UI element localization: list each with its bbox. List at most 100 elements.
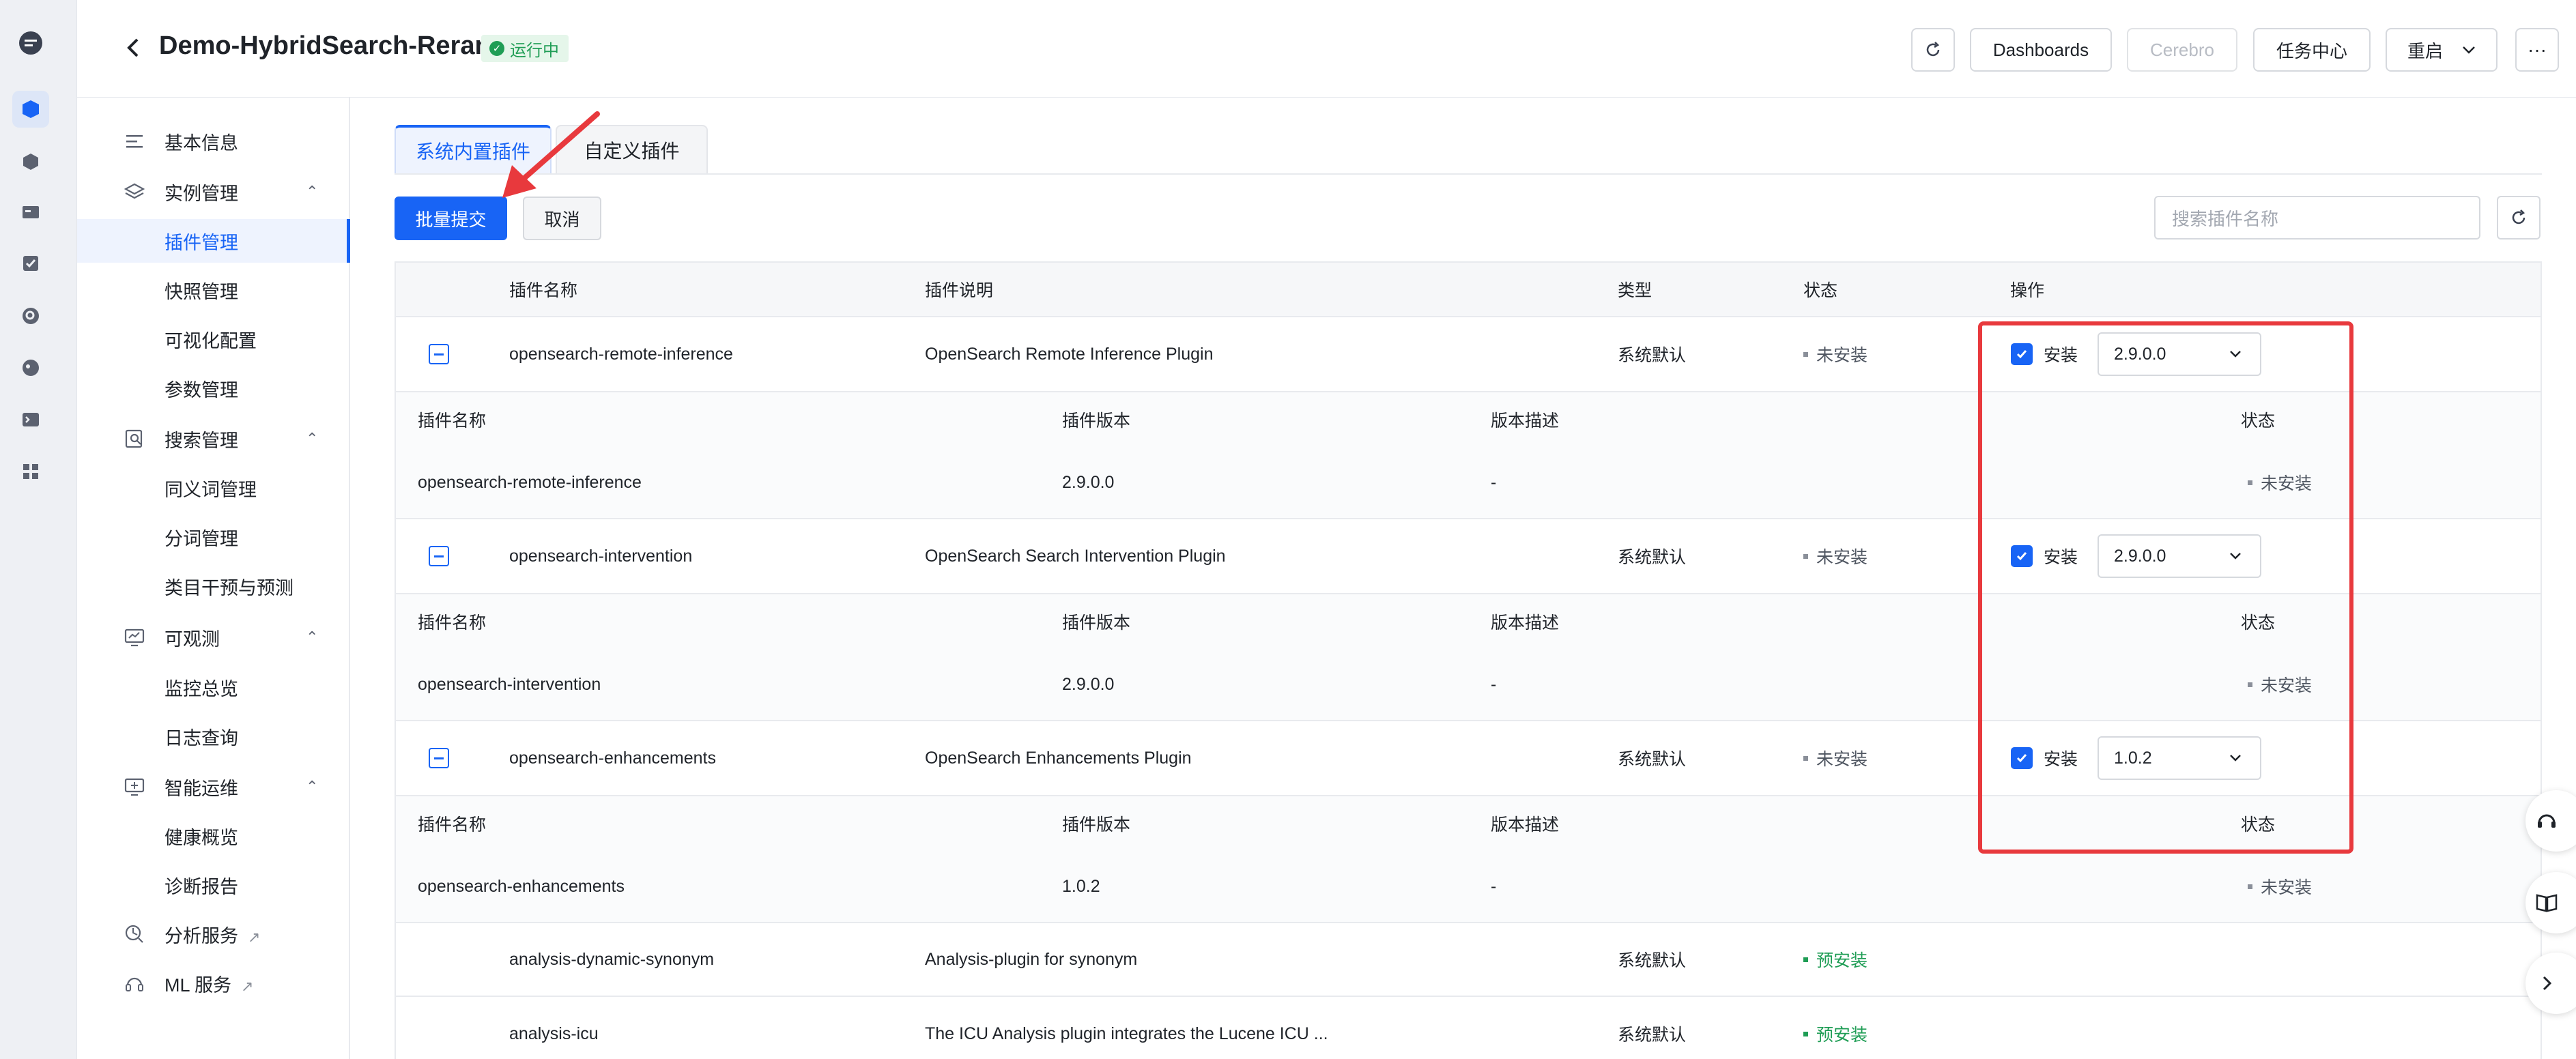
sidebar-item-param-mgmt[interactable]: 参数管理 xyxy=(77,366,350,410)
sidebar-group-instance-mgmt[interactable]: 实例管理 ⌃ xyxy=(77,170,350,214)
collapse-row-button[interactable] xyxy=(429,546,449,566)
col-header-status: 状态 xyxy=(1803,281,1838,300)
sidebar-item-monitor-overview[interactable]: 监控总览 xyxy=(77,665,350,709)
server-icon[interactable] xyxy=(15,197,46,228)
status-dot xyxy=(1803,1031,1808,1036)
sidebar-label: ML 服务 ↗ xyxy=(164,970,253,997)
layers-icon xyxy=(122,179,147,204)
headset-icon xyxy=(2538,814,2556,828)
sidebar-item-ml-service[interactable]: ML 服务 ↗ xyxy=(77,961,350,1005)
sidebar-group-smart-ops[interactable]: 智能运维 ⌃ xyxy=(77,765,350,809)
sub-col-version: 插件版本 xyxy=(1062,411,1131,431)
sidebar-item-category-intervention[interactable]: 类目干预与预测 xyxy=(77,564,350,608)
sidebar-item-visual-config[interactable]: 可视化配置 xyxy=(77,317,350,361)
more-icon: ··· xyxy=(2528,39,2547,60)
sub-version-desc: - xyxy=(1491,472,1497,492)
sub-plugin-version: 2.9.0.0 xyxy=(1062,472,1115,492)
plugin-desc: OpenSearch Remote Inference Plugin xyxy=(925,344,1214,364)
ml-service-text: ML 服务 xyxy=(164,974,232,996)
sidebar-label: 可观测 xyxy=(164,628,220,650)
restart-dropdown-button[interactable]: 重启 xyxy=(2386,28,2498,72)
sidebar-item-analytics-service[interactable]: 分析服务 ↗ xyxy=(77,912,350,956)
dashboards-button[interactable]: Dashboards xyxy=(1970,28,2112,72)
more-options-button[interactable]: ··· xyxy=(2515,28,2559,72)
status-badge: ✓ 运行中 xyxy=(481,35,569,62)
sidebar-group-observability[interactable]: 可观测 ⌃ xyxy=(77,615,350,659)
sidebar-item-diagnosis-report[interactable]: 诊断报告 xyxy=(77,863,350,907)
collapse-row-button[interactable] xyxy=(429,344,449,364)
search-input[interactable]: 搜索插件名称 xyxy=(2154,196,2480,240)
chevron-up-icon: ⌃ xyxy=(306,183,319,200)
plugin-status: 预安装 xyxy=(1803,923,1867,996)
app-logo-icon[interactable] xyxy=(15,27,46,59)
plugin-status-text: 未安装 xyxy=(1816,750,1868,769)
sub-table-row: opensearch-enhancements 1.0.2 - 未安装 xyxy=(396,851,2541,923)
sub-plugin-name: opensearch-intervention xyxy=(418,674,601,694)
apps-grid-icon[interactable] xyxy=(15,456,46,487)
status-dot xyxy=(1803,351,1808,357)
sub-col-version: 插件版本 xyxy=(1062,613,1131,633)
sidebar-label: 参数管理 xyxy=(164,379,238,401)
sub-version-desc: - xyxy=(1491,674,1497,694)
sub-status: 未安装 xyxy=(2248,851,2312,922)
plugin-name: analysis-icu xyxy=(509,1024,599,1043)
chevron-up-icon: ⌃ xyxy=(306,628,319,645)
collapse-row-button[interactable] xyxy=(429,748,449,768)
checklist-icon[interactable] xyxy=(15,248,46,279)
plugin-status-text: 未安装 xyxy=(1816,548,1868,567)
plugin-desc: Analysis-plugin for synonym xyxy=(925,949,1138,969)
sidebar-label: 分词管理 xyxy=(164,528,238,549)
sub-col-version: 插件版本 xyxy=(1062,815,1131,835)
col-header-desc: 插件说明 xyxy=(925,281,994,300)
annotation-highlight-box xyxy=(1978,321,2353,854)
check-circle-icon: ✓ xyxy=(489,41,504,56)
cube-icon[interactable] xyxy=(12,91,49,128)
book-icon xyxy=(2536,894,2558,912)
box-icon[interactable] xyxy=(15,146,46,177)
sidebar-item-basic-info[interactable]: 基本信息 xyxy=(77,119,350,163)
sidebar-item-health-overview[interactable]: 健康概览 xyxy=(77,814,350,858)
plugin-status-text: 预安装 xyxy=(1816,951,1868,970)
col-header-type: 类型 xyxy=(1618,281,1652,300)
sub-status-text: 未安装 xyxy=(2261,878,2313,897)
plugin-name: opensearch-enhancements xyxy=(509,748,716,768)
sidebar-label: 同义词管理 xyxy=(164,479,257,500)
table-row: analysis-icu The ICU Analysis plugin int… xyxy=(396,997,2541,1059)
plugin-type: 系统默认 xyxy=(1618,548,1687,567)
chevron-up-icon: ⌃ xyxy=(306,430,319,447)
search-analytics-icon[interactable] xyxy=(15,300,46,332)
col-header-ops: 操作 xyxy=(2010,281,2045,300)
sidebar-label: 日志查询 xyxy=(164,727,238,749)
back-arrow-icon[interactable] xyxy=(124,35,143,63)
refresh-button[interactable] xyxy=(1911,28,1955,72)
plugin-status-text: 预安装 xyxy=(1816,1026,1868,1045)
status-dot xyxy=(1803,957,1808,962)
sidebar-group-search-mgmt[interactable]: 搜索管理 ⌃ xyxy=(77,417,350,461)
sidebar-item-tokenizer-mgmt[interactable]: 分词管理 xyxy=(77,515,350,559)
sidebar-label: 实例管理 xyxy=(164,183,238,204)
terminal-icon[interactable] xyxy=(15,404,46,435)
sidebar-item-plugin-mgmt[interactable]: 插件管理 xyxy=(77,219,350,263)
plugin-name: opensearch-intervention xyxy=(509,546,693,566)
status-dot xyxy=(1803,553,1808,559)
sidebar-label: 诊断报告 xyxy=(164,876,238,897)
sidebar-item-synonym-mgmt[interactable]: 同义词管理 xyxy=(77,466,350,510)
table-refresh-button[interactable] xyxy=(2497,196,2541,240)
status-dot xyxy=(1803,755,1808,761)
smart-ops-icon xyxy=(122,774,147,799)
plugin-name: opensearch-remote-inference xyxy=(509,344,733,364)
annotation-arrow-icon xyxy=(502,111,600,198)
plugin-status: 未安装 xyxy=(1803,317,1867,391)
status-dot xyxy=(2248,884,2252,889)
sidebar-item-snapshot-mgmt[interactable]: 快照管理 xyxy=(77,268,350,312)
table-row: analysis-dynamic-synonym Analysis-plugin… xyxy=(396,923,2541,997)
sidebar-label: 分析服务 ↗ xyxy=(164,921,260,948)
cerebro-button[interactable]: Cerebro xyxy=(2127,28,2237,72)
analytics-icon xyxy=(122,922,147,946)
sub-plugin-version: 2.9.0.0 xyxy=(1062,674,1115,694)
sidebar-item-log-query[interactable]: 日志查询 xyxy=(77,714,350,758)
sidebar-label: 健康概览 xyxy=(164,827,238,848)
task-center-button[interactable]: 任务中心 xyxy=(2253,28,2371,72)
headset-icon xyxy=(122,971,147,996)
brain-icon[interactable] xyxy=(15,352,46,383)
